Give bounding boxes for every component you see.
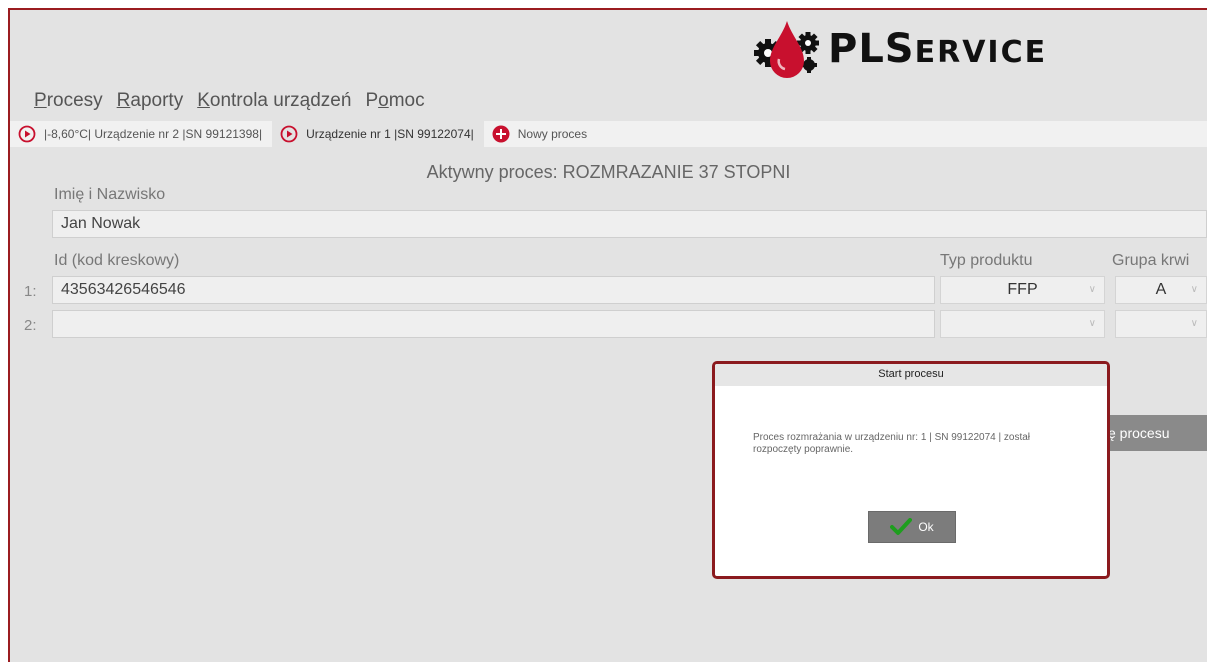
chevron-down-icon: ∨ <box>1088 318 1096 329</box>
product-type-select-2[interactable]: ∨ <box>940 310 1105 338</box>
product-type-label: Typ produktu <box>940 252 1033 269</box>
tab-urzadzenie-1[interactable]: Urządzenie nr 1 |SN 99122074| <box>272 121 484 147</box>
dialog-title: Start procesu <box>715 364 1107 386</box>
play-circle-icon <box>18 125 36 143</box>
tab-label: |-8,60°C| Urządzenie nr 2 |SN 99121398| <box>44 127 263 141</box>
checkmark-icon <box>890 518 913 535</box>
chevron-down-icon: ∨ <box>1088 284 1096 295</box>
chevron-down-icon: ∨ <box>1190 284 1198 295</box>
logo-text: PLSERVICE <box>828 29 1047 69</box>
tab-nowy-proces[interactable]: Nowy proces <box>484 121 597 147</box>
tab-label: Nowy proces <box>517 127 588 141</box>
logo-text-main: PLS <box>828 26 915 72</box>
menu-procesy[interactable]: Procesy <box>34 90 103 112</box>
start-process-dialog: Start procesu Proces rozmrażania w urząd… <box>712 361 1110 579</box>
name-field[interactable]: Jan Nowak <box>52 210 1207 238</box>
process-tabs: |-8,60°C| Urządzenie nr 2 |SN 99121398| … <box>10 121 1207 147</box>
barcode-field-1[interactable]: 43563426546546 <box>52 276 935 304</box>
plus-circle-icon <box>492 125 510 143</box>
ok-button[interactable]: Ok <box>868 511 956 543</box>
row-number: 1: <box>24 283 37 300</box>
menu-pomoc[interactable]: Pomoc <box>365 90 424 112</box>
blood-group-value: A <box>1155 281 1167 298</box>
name-label: Imię i Nazwisko <box>54 186 166 203</box>
tab-label: Urządzenie nr 1 |SN 99122074| <box>306 127 474 141</box>
play-circle-icon <box>280 125 298 143</box>
id-label: Id (kod kreskowy) <box>54 252 180 269</box>
row-number: 2: <box>24 317 37 334</box>
pls-service-logo: PLSERVICE <box>752 14 1047 84</box>
logo-text-small: ERVICE <box>914 35 1048 70</box>
ok-label: Ok <box>918 520 934 534</box>
barcode-field-2[interactable] <box>52 310 935 338</box>
blood-group-select-2[interactable]: ∨ <box>1115 310 1207 338</box>
main-menu: Procesy Raporty Kontrola urządzeń Pomoc <box>34 90 425 112</box>
product-type-select-1[interactable]: FFP ∨ <box>940 276 1105 304</box>
menu-kontrola-urzadzen[interactable]: Kontrola urządzeń <box>197 90 351 112</box>
blood-group-label: Grupa krwi <box>1112 252 1190 269</box>
active-process-title: Aktywny proces: ROZMRAZANIE 37 STOPNI <box>426 162 791 182</box>
start-process-button[interactable]: ę procesu <box>1100 415 1207 451</box>
app-window: PLSERVICE Procesy Raporty Kontrola urząd… <box>8 8 1207 662</box>
product-type-value: FFP <box>1007 281 1038 298</box>
chevron-down-icon: ∨ <box>1190 318 1198 329</box>
tab-urzadzenie-2[interactable]: |-8,60°C| Urządzenie nr 2 |SN 99121398| <box>10 121 272 147</box>
menu-raporty[interactable]: Raporty <box>117 90 184 112</box>
gear-drop-icon <box>754 21 819 78</box>
blood-group-select-1[interactable]: A ∨ <box>1115 276 1207 304</box>
dialog-message: Proces rozmrażania w urządzeniu nr: 1 | … <box>753 432 1031 455</box>
